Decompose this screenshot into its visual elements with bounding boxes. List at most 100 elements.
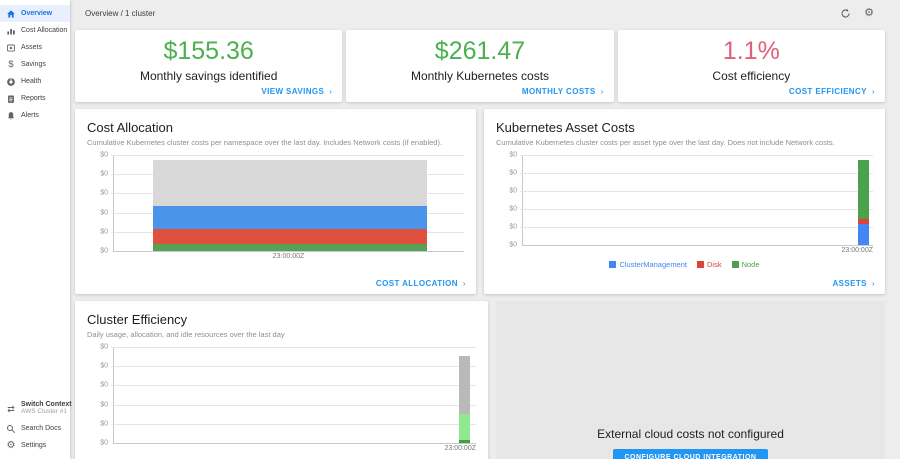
sidebar-nav: Overview Cost Allocation Assets $ Saving… [0,0,70,124]
y-axis-tick-label: $0 [88,190,108,197]
bar-segment [153,160,428,206]
y-axis-tick-label: $0 [88,209,108,216]
sidebar-item-label: Health [21,78,41,85]
sidebar-item-label: Assets [21,44,42,51]
external-costs-panel: External cloud costs not configured CONF… [496,301,885,459]
monthly-costs-value: $261.47 [435,38,525,64]
refresh-button[interactable] [840,8,851,19]
configure-cloud-integration-button[interactable]: CONFIGURE CLOUD INTEGRATION [613,449,769,459]
gridline [520,155,873,156]
y-axis-tick-label: $0 [88,152,108,159]
y-axis-tick-label: $0 [88,440,108,447]
x-axis-tick-label: 23:00:00Z [113,445,476,455]
legend-swatch [609,261,616,268]
monthly-costs-link[interactable]: MONTHLY COSTS› [522,87,604,96]
y-axis-tick-label: $0 [88,363,108,370]
search-docs-button[interactable]: Search Docs [0,420,70,437]
legend-item: Node [732,260,760,269]
swap-icon: ⇄ [5,405,17,414]
legend-swatch [697,261,704,268]
home-icon [5,9,17,19]
cost-efficiency-stat-card: 1.1% Cost efficiency COST EFFICIENCY› [618,30,885,102]
y-axis-tick-label: $0 [497,188,517,195]
cluster_efficiency-area: $0$0$0$0$0$023:00:00ZUsageAllocatedIdle [87,347,476,459]
asset_costs-area: $0$0$0$0$0$023:00:00ZClusterManagementDi… [496,155,873,269]
y-axis-tick-label: $0 [497,224,517,231]
stat-cards-row: $155.36 Monthly savings identified VIEW … [75,30,885,102]
gridline [111,385,476,386]
x-axis-tick-label: 23:00:00Z [113,253,464,263]
gridline [111,366,476,367]
dollar-icon: $ [5,60,17,70]
savings-value: $155.36 [163,38,253,64]
gridline [520,191,873,192]
y-axis-tick-label: $0 [497,152,517,159]
savings-label: Monthly savings identified [140,69,277,83]
chart-legend: ClusterManagement Disk Node [496,260,873,269]
cost-allocation-card: Cost Allocation Cumulative Kubernetes cl… [75,109,476,294]
switch-context-label: Switch Context [21,401,72,408]
chevron-right-icon: › [601,87,604,96]
asset-costs-chart: $0$0$0$0$0$023:00:00ZClusterManagementDi… [496,155,873,269]
search-icon [5,424,17,434]
cost_allocation-area: $0$0$0$0$0$023:00:00Z [87,155,464,263]
chevron-right-icon: › [872,87,875,96]
gridline [520,209,873,210]
sidebar-item-assets[interactable]: Assets [0,39,70,56]
view-savings-link[interactable]: VIEW SAVINGS› [261,87,332,96]
legend-item: ClusterManagement [609,260,687,269]
sidebar-item-label: Reports [21,95,46,102]
legend-label: Disk [707,260,722,269]
bar-segment [459,414,470,440]
breadcrumb: Overview / 1 cluster [85,9,827,18]
switch-context-button[interactable]: ⇄ Switch Context AWS Cluster #1 [0,398,70,420]
gear-icon-button[interactable]: ⚙ [864,8,874,19]
savings-stat-card: $155.36 Monthly savings identified VIEW … [75,30,342,102]
search-docs-label: Search Docs [21,425,61,432]
bar-chart-icon [5,26,17,36]
bar-segment [153,206,428,229]
main-content: $155.36 Monthly savings identified VIEW … [70,26,900,459]
assets-link[interactable]: ASSETS› [833,279,876,288]
y-axis-tick-label: $0 [88,228,108,235]
cost-allocation-title: Cost Allocation [87,120,464,135]
cluster-efficiency-card: Cluster Efficiency Daily usage, allocati… [75,301,488,459]
settings-label: Settings [21,442,46,449]
cluster-efficiency-chart: $0$0$0$0$0$023:00:00ZUsageAllocatedIdle [87,347,476,459]
asset-costs-card: Kubernetes Asset Costs Cumulative Kubern… [484,109,885,294]
cost-allocation-subtitle: Cumulative Kubernetes cluster costs per … [87,138,464,147]
asset-costs-title: Kubernetes Asset Costs [496,120,873,135]
switch-context-labels: Switch Context AWS Cluster #1 [21,401,72,416]
stacked-bar [858,160,869,245]
topbar: Overview / 1 cluster ⚙ [70,0,900,26]
gridline [111,424,476,425]
plot-area: $0$0$0$0$0$0 [113,347,476,444]
legend-label: ClusterManagement [619,260,687,269]
y-axis-tick-label: $0 [497,170,517,177]
bar-segment [153,244,428,251]
cost-allocation-link[interactable]: COST ALLOCATION› [376,279,466,288]
bar-segment [858,224,869,245]
plot-area: $0$0$0$0$0$0 [522,155,873,246]
settings-button[interactable]: ⚙ Settings [0,437,70,454]
stacked-bar [459,356,470,443]
y-axis-tick-label: $0 [88,420,108,427]
y-axis-tick-label: $0 [88,171,108,178]
y-axis-tick-label: $0 [88,344,108,351]
sidebar-item-overview[interactable]: Overview [0,5,70,22]
bell-icon [5,111,17,121]
cost-efficiency-link[interactable]: COST EFFICIENCY› [789,87,875,96]
chevron-right-icon: › [463,279,466,288]
sidebar-item-savings[interactable]: $ Savings [0,56,70,73]
sidebar-item-health[interactable]: Health [0,73,70,90]
cluster-efficiency-title: Cluster Efficiency [87,312,476,327]
bar-segment [459,440,470,443]
sidebar-item-label: Overview [21,10,52,17]
sidebar-item-alerts[interactable]: Alerts [0,107,70,124]
health-icon [5,77,17,87]
y-axis-tick-label: $0 [88,382,108,389]
sidebar-item-label: Cost Allocation [21,27,67,34]
gridline [111,347,476,348]
sidebar-item-reports[interactable]: Reports [0,90,70,107]
sidebar-item-cost-allocation[interactable]: Cost Allocation [0,22,70,39]
